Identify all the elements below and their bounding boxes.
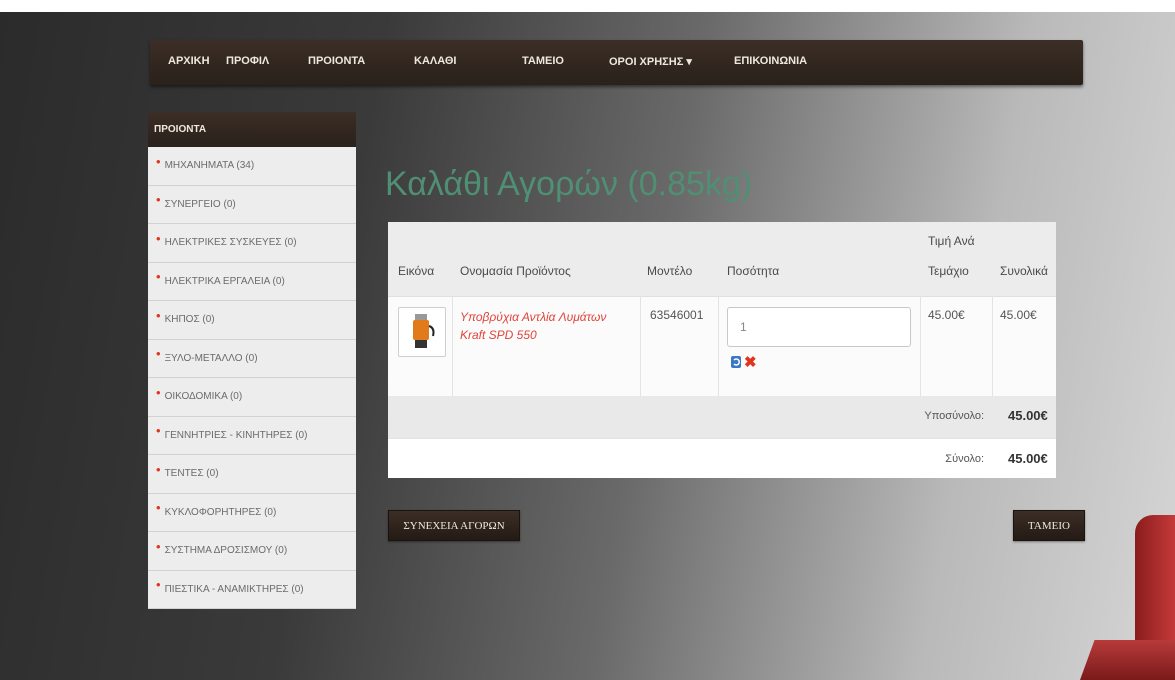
product-name-line2: Kraft SPD 550 (460, 328, 537, 342)
sidebar-item-pressure-mixers[interactable]: • ΠΙΕΣΤΙΚΑ - ΑΝΑΜΙΚΤΗΡΕΣ (0) (148, 571, 356, 609)
category-sidebar: ΠΡΟΙΟΝΤΑ • ΜΗΧΑΝΗΜΑΤΑ (34) • ΣΥΝΕΡΓΕΙΟ (0)… (148, 112, 356, 680)
sidebar-item-electric-appliances[interactable]: • ΗΛΕΚΤΡΙΚΕΣ ΣΥΣΚΕΥΕΣ (0) (148, 224, 356, 263)
total-row: Σύνολο: 45.00€ (388, 438, 1056, 478)
column-divider (640, 296, 641, 396)
pump-image-icon (413, 314, 435, 348)
sidebar-item-label: ΞΥΛΟ-ΜΕΤΑΛΛΟ (0) (164, 352, 258, 364)
sidebar-item-machines[interactable]: • ΜΗΧΑΝΗΜΑΤΑ (34) (148, 147, 356, 186)
product-name-line1: Υποβρύχια Αντλία Λυμάτων (460, 310, 607, 324)
sidebar-item-construction[interactable]: • ΟΙΚΟΔΟΜΙΚΑ (0) (148, 378, 356, 417)
sidebar-item-label: ΚΗΠΟΣ (0) (164, 314, 215, 326)
cart-table: Εικόνα Ονομασία Προϊόντος Μοντέλο Ποσότη… (388, 222, 1056, 478)
header-product-name: Ονομασία Προϊόντος (460, 264, 571, 278)
sidebar-item-label: ΜΗΧΑΝΗΜΑΤΑ (34) (164, 160, 255, 172)
sidebar-item-awnings[interactable]: • ΤΕΝΤΕΣ (0) (148, 455, 356, 494)
row-total: 45.00€ (1000, 308, 1037, 322)
sidebar-title: ΠΡΟΙΟΝΤΑ (148, 112, 356, 147)
sidebar-item-wood-metal[interactable]: • ΞΥΛΟ-ΜΕΤΑΛΛΟ (0) (148, 340, 356, 378)
column-divider (452, 296, 453, 396)
product-thumbnail[interactable] (398, 307, 446, 357)
header-total: Συνολικά (1000, 264, 1048, 278)
cart-table-header: Εικόνα Ονομασία Προϊόντος Μοντέλο Ποσότη… (388, 222, 1056, 296)
product-model: 63546001 (650, 308, 704, 322)
header-quantity: Ποσότητα (727, 264, 780, 278)
remove-icon[interactable]: ✖ (744, 353, 757, 371)
sidebar-item-label: ΗΛΕΚΤΡΙΚΑ ΕΡΓΑΛΕΙΑ (0) (164, 275, 285, 287)
subtotal-row: Υποσύνολο: 45.00€ (388, 396, 1056, 438)
subtotal-label: Υποσύνολο: (924, 410, 984, 422)
sidebar-item-label: ΚΥΚΛΟΦΟΡΗΤΗΡΕΣ (0) (164, 506, 277, 518)
sidebar-item-cooling-system[interactable]: • ΣΥΣΤΗΜΑ ΔΡΟΣΙΣΜΟΥ (0) (148, 532, 356, 571)
sidebar-item-label: ΗΛΕΚΤΡΙΚΕΣ ΣΥΣΚΕΥΕΣ (0) (164, 237, 297, 249)
category-list: • ΜΗΧΑΝΗΜΑΤΑ (34) • ΣΥΝΕΡΓΕΙΟ (0) • ΗΛΕΚΤΡΙ… (148, 147, 356, 609)
refresh-icon[interactable] (730, 355, 742, 374)
unit-price: 45.00€ (928, 308, 965, 322)
nav-products[interactable]: ΠΡΟΙΟΝΤΑ (308, 55, 365, 67)
decorative-red-shape-bottom (1080, 640, 1175, 680)
header-unit-price-line2: Τεμάχιο (928, 264, 969, 278)
nav-terms-dropdown[interactable]: ΟΡΟΙ ΧΡΗΣΗΣ ▾ (609, 55, 692, 68)
nav-cart[interactable]: ΚΑΛΑΘΙ (414, 55, 457, 67)
quantity-input[interactable] (727, 307, 911, 347)
column-divider (992, 296, 993, 396)
product-name-link[interactable]: Υποβρύχια Αντλία Λυμάτων Kraft SPD 550 (460, 308, 640, 344)
checkout-button[interactable]: ΤΑΜΕΙΟ (1013, 510, 1085, 541)
sidebar-item-label: ΠΙΕΣΤΙΚΑ - ΑΝΑΜΙΚΤΗΡΕΣ (0) (164, 583, 304, 595)
nav-home[interactable]: ΑΡΧΙΚΗ (168, 55, 210, 67)
sidebar-item-label: ΤΕΝΤΕΣ (0) (164, 468, 219, 480)
nav-profile[interactable]: ΠΡΟΦΙΛ (226, 55, 269, 67)
page-title: Καλάθι Αγορών (0.85kg) (385, 165, 753, 203)
column-divider (920, 296, 921, 396)
sidebar-item-workshop[interactable]: • ΣΥΝΕΡΓΕΙΟ (0) (148, 186, 356, 224)
header-unit-price-line1: Τιμή Ανά (928, 234, 975, 248)
sidebar-item-label: ΣΥΝΕΡΓΕΙΟ (0) (164, 198, 236, 210)
sidebar-item-generators[interactable]: • ΓΕΝΝΗΤΡΙΕΣ - ΚΙΝΗΤΗΡΕΣ (0) (148, 417, 356, 455)
continue-shopping-button[interactable]: ΣΥΝΕΧΕΙΑ ΑΓΟΡΩΝ (388, 510, 520, 541)
total-label: Σύνολο: (945, 453, 984, 465)
sidebar-item-electric-tools[interactable]: • ΗΛΕΚΤΡΙΚΑ ΕΡΓΑΛΕΙΑ (0) (148, 263, 356, 301)
subtotal-value: 45.00€ (1008, 408, 1048, 423)
nav-contact[interactable]: ΕΠΙΚΟΙΝΩΝΙΑ (734, 55, 807, 67)
sidebar-item-label: ΣΥΣΤΗΜΑ ΔΡΟΣΙΣΜΟΥ (0) (164, 545, 288, 557)
sidebar-item-label: ΓΕΝΝΗΤΡΙΕΣ - ΚΙΝΗΤΗΡΕΣ (0) (164, 429, 308, 441)
header-image: Εικόνα (398, 264, 435, 278)
header-model: Μοντέλο (647, 264, 693, 278)
sidebar-item-circulators[interactable]: • ΚΥΚΛΟΦΟΡΗΤΗΡΕΣ (0) (148, 494, 356, 532)
sidebar-item-garden[interactable]: • ΚΗΠΟΣ (0) (148, 301, 356, 340)
sidebar-item-label: ΟΙΚΟΔΟΜΙΚΑ (0) (164, 391, 243, 403)
nav-checkout[interactable]: ΤΑΜΕΙΟ (522, 55, 564, 67)
top-navigation: ΑΡΧΙΚΗ ΠΡΟΦΙΛ ΠΡΟΙΟΝΤΑ ΚΑΛΑΘΙ ΤΑΜΕΙΟ ΟΡΟ… (150, 40, 1083, 85)
total-value: 45.00€ (1008, 451, 1048, 466)
column-divider (718, 296, 719, 396)
table-row: Υποβρύχια Αντλία Λυμάτων Kraft SPD 550 6… (388, 296, 1056, 396)
